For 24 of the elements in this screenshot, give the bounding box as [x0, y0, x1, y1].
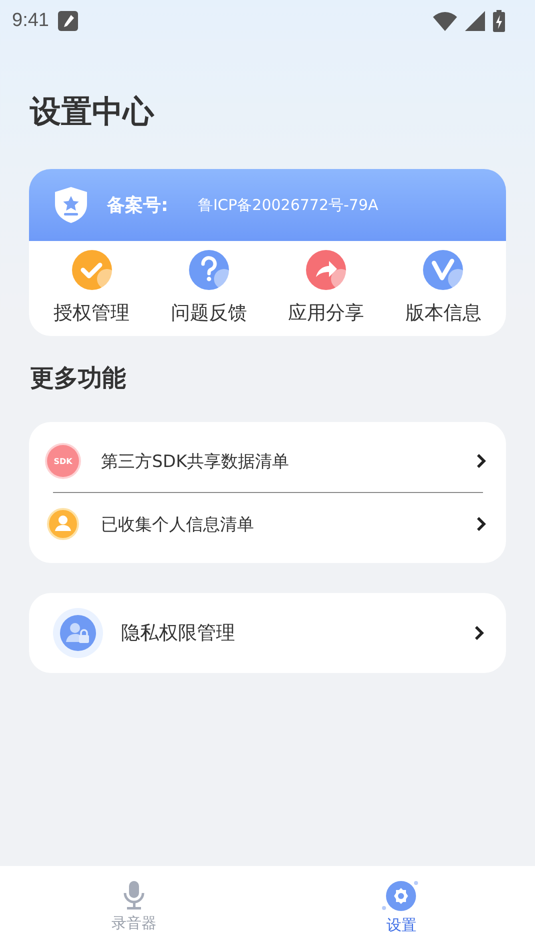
tab-label[interactable]: 设置: [386, 916, 416, 935]
sdk-icon: SDK: [47, 445, 79, 478]
battery-icon: [493, 10, 505, 32]
action-label[interactable]: 应用分享: [288, 300, 364, 326]
section-title: 更多功能: [30, 363, 127, 394]
wifi-icon: [433, 11, 457, 31]
action-label[interactable]: 版本信息: [405, 300, 482, 326]
shield-icon: [53, 186, 89, 224]
record-label: 备案号:: [107, 194, 168, 218]
list-item-label[interactable]: 已收集个人信息清单: [101, 512, 476, 536]
status-time: 9:41: [12, 10, 49, 32]
chevron-icon: [474, 625, 484, 642]
user-lock-icon: [53, 608, 103, 658]
action-label[interactable]: 授权管理: [54, 300, 130, 326]
record-number: 鲁ICP备20026772号-79A: [198, 196, 378, 215]
list-item-label[interactable]: 第三方SDK共享数据清单: [101, 450, 476, 473]
chevron-icon: [476, 453, 486, 470]
privacy-label[interactable]: 隐私权限管理: [121, 620, 474, 646]
page-title: 设置中心: [30, 94, 156, 132]
action-label[interactable]: 问题反馈: [170, 300, 247, 326]
microphone-icon[interactable]: [122, 880, 146, 910]
signal-icon: [465, 11, 485, 31]
notepad-icon: [56, 10, 79, 32]
chevron-icon: [476, 516, 486, 532]
